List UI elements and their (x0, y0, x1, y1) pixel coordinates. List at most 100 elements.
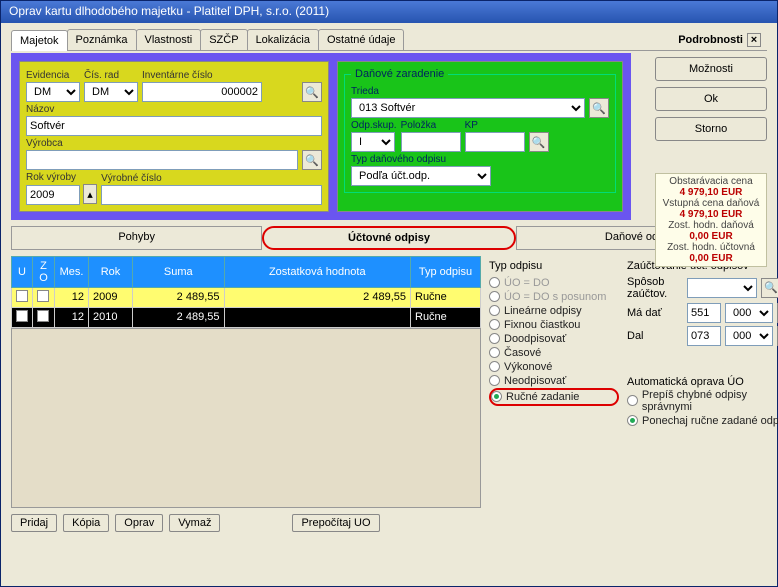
cell: Ručne (411, 307, 481, 327)
info-v2: 4 979,10 EUR (658, 209, 764, 220)
kp-label: KP (465, 120, 525, 131)
typodp-label: Typ daňového odpisu (351, 154, 609, 165)
lookup-icon[interactable]: 🔍 (589, 98, 609, 118)
vyrc-input[interactable] (101, 185, 322, 205)
invc-label: Inventárne číslo (142, 70, 298, 81)
dal-input1[interactable] (687, 326, 721, 346)
lookup-icon[interactable]: 🔍 (302, 150, 322, 170)
nazov-label: Názov (26, 104, 322, 115)
radio-rucne[interactable]: Ručné zadanie (489, 388, 619, 406)
vyrobca-label: Výrobca (26, 138, 322, 149)
col-suma[interactable]: Suma (133, 256, 225, 287)
madat-label: Má dať (627, 307, 683, 319)
tab-szcp[interactable]: SZČP (200, 29, 247, 50)
sposob-label: Spôsob zaúčtov. (627, 276, 683, 300)
madat-input1[interactable] (687, 303, 721, 323)
close-icon[interactable]: × (747, 33, 761, 47)
prepocitaj-button[interactable]: Prepočítaj UO (292, 514, 379, 532)
lookup-icon[interactable]: 🔍 (529, 132, 549, 152)
typodpisu-legend: Typ odpisu (489, 260, 619, 272)
col-mes[interactable]: Mes. (55, 256, 89, 287)
radio-ponechaj[interactable]: Ponechaj ručne zadané odpisy (627, 414, 778, 428)
radio-vykonove[interactable]: Výkonové (489, 360, 619, 374)
radio-neodpisovat[interactable]: Neodpisovať (489, 374, 619, 388)
cell: 2 489,55 (133, 307, 225, 327)
spinner-icon[interactable]: ▴ (83, 184, 97, 204)
checkbox[interactable] (37, 310, 49, 322)
radio-prepis[interactable]: Prepíš chybné odpisy správnymi (627, 388, 778, 414)
info-l1: Obstarávacia cena (658, 176, 764, 187)
rokvyr-input[interactable] (26, 185, 80, 205)
green-legend: Daňové zaradenie (351, 68, 448, 80)
tab-vlastnosti[interactable]: Vlastnosti (136, 29, 202, 50)
lookup-icon[interactable]: 🔍 (302, 82, 322, 102)
tab-poznamka[interactable]: Poznámka (67, 29, 137, 50)
kopia-button[interactable]: Kópia (63, 514, 109, 532)
evidencia-select[interactable]: DM (26, 82, 80, 102)
pridaj-button[interactable]: Pridaj (11, 514, 57, 532)
typodp-select[interactable]: Podľa účt.odp. (351, 166, 491, 186)
tab-lokalizacia[interactable]: Lokalizácia (247, 29, 319, 50)
info-box: Obstarávacia cena 4 979,10 EUR Vstupná c… (655, 173, 767, 267)
sposob-select[interactable] (687, 278, 757, 298)
dal-select[interactable]: 000 (725, 326, 773, 346)
radio-doodpisovat[interactable]: Doodpisovať (489, 332, 619, 346)
col-zost[interactable]: Zostatková hodnota (224, 256, 411, 287)
table-row[interactable]: 12 2009 2 489,55 2 489,55 Ručne (12, 287, 481, 307)
cell: 12 (55, 287, 89, 307)
col-rok[interactable]: Rok (89, 256, 133, 287)
info-l3: Zost. hodn. daňová (658, 220, 764, 231)
main-tabs: Majetok Poznámka Vlastnosti SZČP Lokaliz… (11, 29, 767, 51)
tab-majetok[interactable]: Majetok (11, 30, 68, 51)
auto-legend: Automatická oprava ÚO (627, 376, 778, 388)
window: Oprav kartu dlhodobého majetku - Platite… (0, 0, 778, 587)
kp-input[interactable] (465, 132, 525, 152)
tab-ostatne[interactable]: Ostatné údaje (318, 29, 405, 50)
grid-empty (11, 328, 481, 508)
radio-casove[interactable]: Časové (489, 346, 619, 360)
col-zo[interactable]: Z O (33, 256, 55, 287)
info-v3: 0,00 EUR (658, 231, 764, 242)
trieda-label: Trieda (351, 86, 609, 97)
odpskup-select[interactable]: I (351, 132, 395, 152)
cell: Ručne (411, 287, 481, 307)
col-u[interactable]: U (12, 256, 33, 287)
lookup-icon[interactable]: 🔍 (761, 278, 778, 298)
cell: 12 (55, 307, 89, 327)
subtab-pohyby[interactable]: Pohyby (11, 226, 262, 250)
vyrc-label: Výrobné číslo (101, 173, 322, 184)
polozka-label: Položka (401, 120, 461, 131)
dal-label: Dal (627, 330, 683, 342)
moznosti-button[interactable]: Možnosti (655, 57, 767, 81)
ok-button[interactable]: Ok (655, 87, 767, 111)
radio-fixnou[interactable]: Fixnou čiastkou (489, 318, 619, 332)
checkbox[interactable] (16, 310, 28, 322)
madat-select[interactable]: 000 (725, 303, 773, 323)
info-v4: 0,00 EUR (658, 253, 764, 264)
invc-input[interactable] (142, 82, 262, 102)
cell: 2009 (89, 287, 133, 307)
grid: U Z O Mes. Rok Suma Zostatková hodnota T… (11, 256, 481, 532)
cell (224, 307, 411, 327)
trieda-select[interactable]: 013 Softvér (351, 98, 585, 118)
nazov-input[interactable] (26, 116, 322, 136)
cell: 2010 (89, 307, 133, 327)
cell: 2 489,55 (224, 287, 411, 307)
table-row[interactable]: 12 2010 2 489,55 Ručne (12, 307, 481, 327)
cisrad-select[interactable]: DM (84, 82, 138, 102)
radio-linearne[interactable]: Lineárne odpisy (489, 304, 619, 318)
oprav-button[interactable]: Oprav (115, 514, 163, 532)
subtab-uctovne[interactable]: Účtovné odpisy (262, 226, 515, 250)
panel-green: Daňové zaradenie Trieda 013 Softvér 🔍 Od… (337, 61, 623, 212)
vyrobca-input[interactable] (26, 150, 298, 170)
checkbox[interactable] (16, 290, 28, 302)
col-typ[interactable]: Typ odpisu (411, 256, 481, 287)
checkbox[interactable] (37, 290, 49, 302)
radio-uodoposun: ÚO = DO s posunom (489, 290, 619, 304)
storno-button[interactable]: Storno (655, 117, 767, 141)
evidencia-label: Evidencia (26, 70, 80, 81)
polozka-input[interactable] (401, 132, 461, 152)
vymaz-button[interactable]: Vymaž (169, 514, 220, 532)
info-l2: Vstupná cena daňová (658, 198, 764, 209)
radio-uodo: ÚO = DO (489, 276, 619, 290)
